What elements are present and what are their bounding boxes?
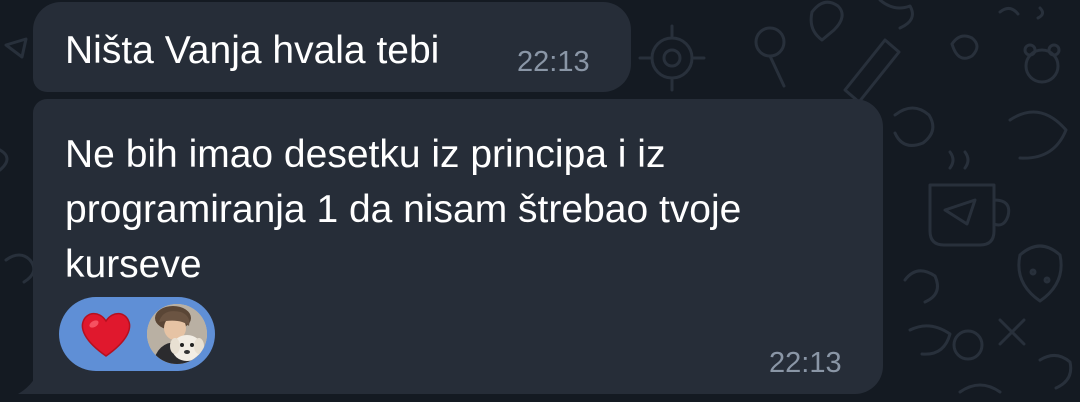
reaction-pill[interactable] [59,297,215,371]
message-timestamp: 22:13 [769,347,842,379]
message-text: Ništa Vanja hvala tebi [65,29,440,72]
reactor-avatar[interactable] [147,304,207,364]
message-text: Ne bih imao desetku iz principa i iz pro… [65,133,742,286]
message-bubble-1[interactable]: Ništa Vanja hvala tebi 22:13 [33,2,631,92]
message-bubble-2[interactable]: Ne bih imao desetku iz principa i iz pro… [33,99,883,394]
message-timestamp: 22:13 [517,46,590,78]
heart-icon [81,312,131,357]
avatar-photo [147,304,207,364]
